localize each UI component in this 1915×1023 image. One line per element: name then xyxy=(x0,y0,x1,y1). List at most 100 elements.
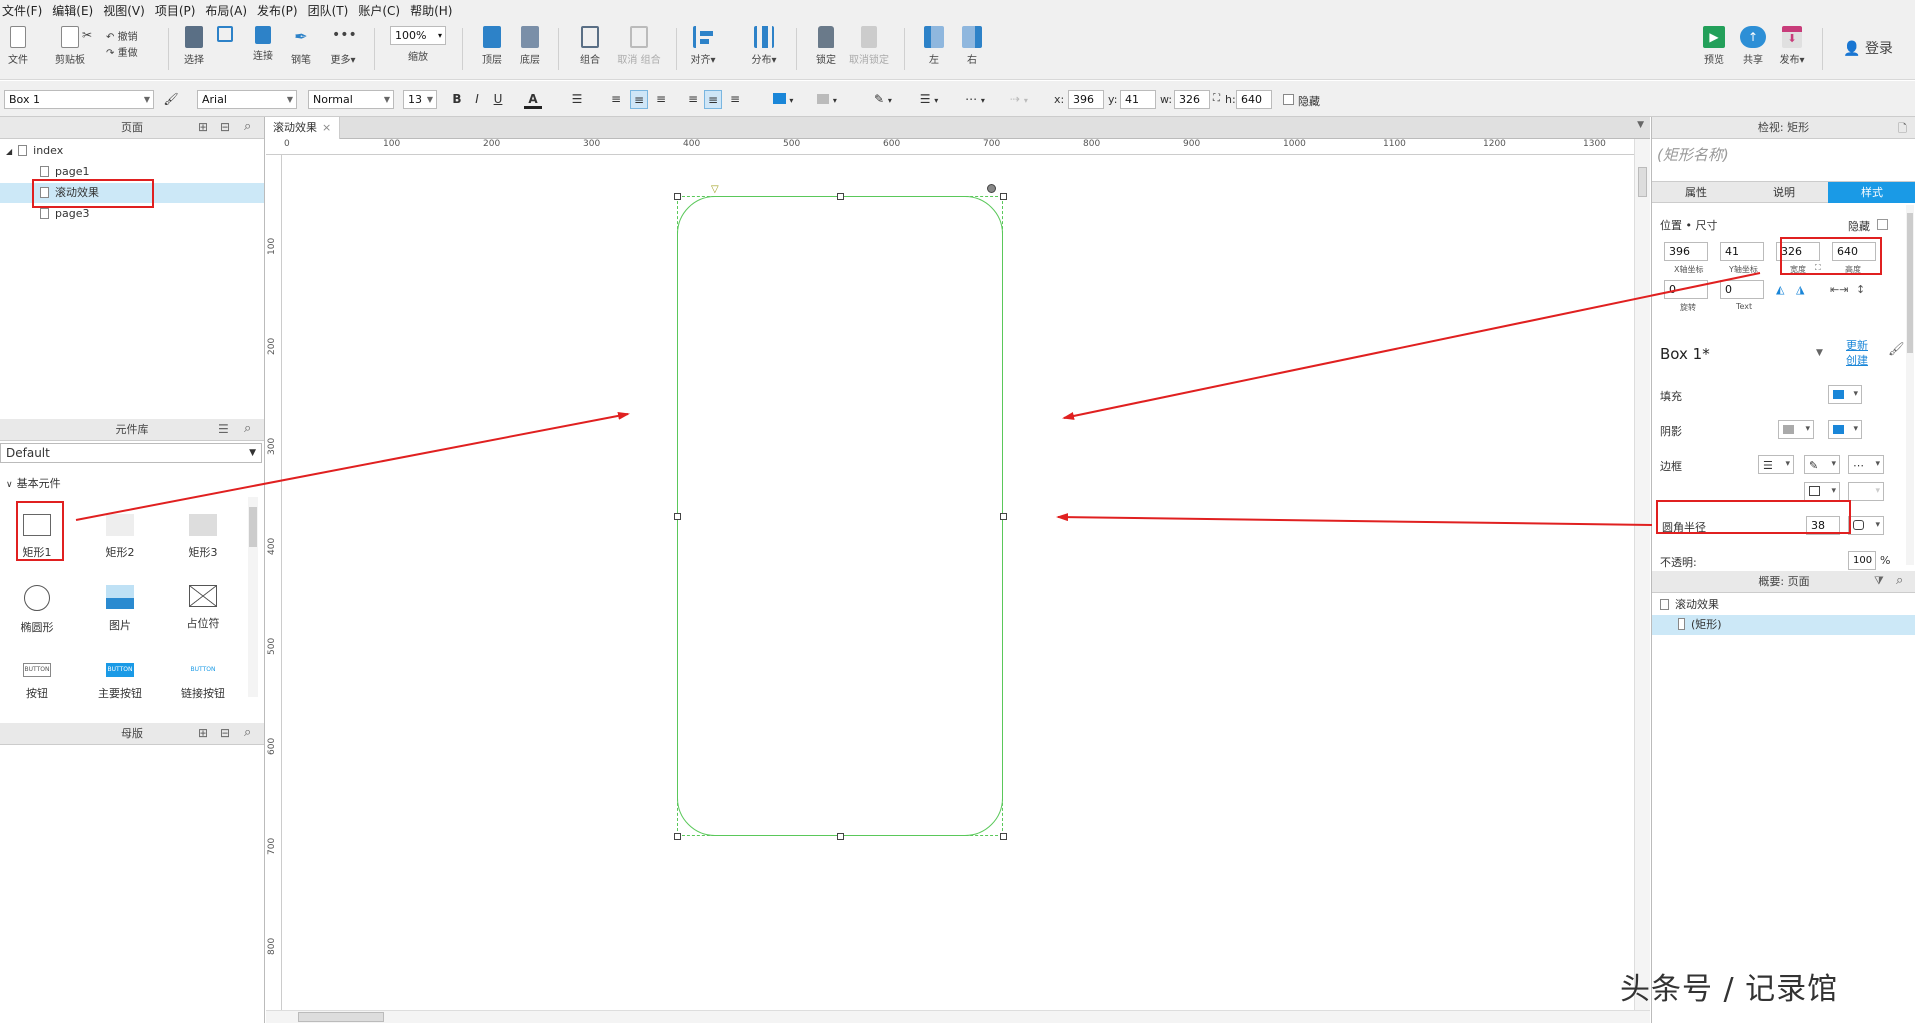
width-input[interactable]: 326 xyxy=(1174,90,1210,109)
style-painter-icon[interactable]: 🖌 xyxy=(1888,342,1905,357)
bullet-list-icon[interactable]: ☰ xyxy=(568,90,586,109)
create-style-link[interactable]: 创建 xyxy=(1846,352,1868,368)
text-rotation-input[interactable]: 0 xyxy=(1720,280,1764,299)
ungroup-button[interactable]: 取消 组合 xyxy=(614,26,664,66)
rotation-input[interactable]: 0 xyxy=(1664,280,1708,299)
x-coordinate-input[interactable]: 396 xyxy=(1664,242,1708,261)
widget-link-button[interactable]: BUTTON 链接按钮 xyxy=(168,663,238,701)
arrow-style-button[interactable]: ▾ xyxy=(1848,482,1884,501)
style-dropdown-icon[interactable]: ▼ xyxy=(1816,348,1823,358)
corner-select-button[interactable]: ▾ xyxy=(1848,516,1884,535)
bold-button[interactable]: B xyxy=(448,90,466,109)
tree-item-index[interactable]: ◢ index xyxy=(0,141,264,161)
format-painter-icon[interactable]: 🖌 xyxy=(162,90,180,109)
widget-rect3[interactable]: 矩形3 xyxy=(168,511,238,560)
resize-handle[interactable] xyxy=(674,513,681,520)
select-button[interactable]: 选择 xyxy=(176,26,212,66)
publish-button[interactable]: ⬇ 发布▾ xyxy=(1776,26,1808,66)
border-style-button[interactable]: ⋯ ▾ xyxy=(1848,455,1884,474)
y-input[interactable]: 41 xyxy=(1120,90,1156,109)
menu-team[interactable]: 团队(T) xyxy=(308,2,349,19)
undo-button[interactable]: ↶ 撤销 xyxy=(106,28,146,43)
tab-scroll-effect[interactable]: 滚动效果 × xyxy=(266,117,340,139)
lock-button[interactable]: 锁定 xyxy=(812,26,840,66)
connect-button[interactable]: 连接 xyxy=(248,26,278,62)
menu-account[interactable]: 账户(C) xyxy=(358,2,400,19)
update-style-link[interactable]: 更新 xyxy=(1846,337,1868,353)
fill-color-button[interactable]: ▾ xyxy=(768,90,798,109)
align-button[interactable]: 对齐▾ xyxy=(686,26,720,66)
redo-button[interactable]: ↷ 重做 xyxy=(106,44,146,59)
menu-file[interactable]: 文件(F) xyxy=(2,2,42,19)
resize-handle[interactable] xyxy=(1000,513,1007,520)
font-size-select[interactable]: 13 ▼ xyxy=(403,90,437,109)
send-bottom-button[interactable]: 底层 xyxy=(516,26,544,66)
tab-properties[interactable]: 属性 xyxy=(1652,182,1740,203)
tab-notes[interactable]: 说明 xyxy=(1740,182,1828,203)
font-select[interactable]: Arial ▼ xyxy=(197,90,297,109)
resize-handle[interactable] xyxy=(837,833,844,840)
height-input[interactable]: 640 xyxy=(1236,90,1272,109)
file-button[interactable]: 文件 xyxy=(4,26,32,66)
resize-handle[interactable] xyxy=(674,833,681,840)
shadow-button[interactable]: ▾ xyxy=(812,90,842,109)
outline-item-rectangle[interactable]: (矩形) xyxy=(1652,615,1915,635)
font-style-select[interactable]: Normal ▼ xyxy=(308,90,394,109)
close-icon[interactable]: × xyxy=(322,121,331,134)
select-intersect-button[interactable] xyxy=(215,26,235,45)
line-width-button[interactable]: ☰ ▾ xyxy=(912,90,946,109)
widget-button[interactable]: BUTTON 按钮 xyxy=(2,663,72,701)
line-style-button[interactable]: ⋯ ▾ xyxy=(958,90,992,109)
menu-layout[interactable]: 布局(A) xyxy=(205,2,247,19)
masters-search-icon[interactable]: ⌕ xyxy=(244,725,251,740)
login-button[interactable]: 👤 登录 xyxy=(1838,38,1898,58)
widget-image[interactable]: 图片 xyxy=(85,585,155,633)
zoom-select[interactable]: 100% ▾ xyxy=(390,26,446,45)
widget-placeholder[interactable]: 占位符 xyxy=(168,585,238,631)
style-name[interactable]: Box 1* xyxy=(1660,345,1710,363)
underline-button[interactable]: U xyxy=(489,90,507,109)
hide-checkbox[interactable] xyxy=(1877,219,1888,230)
menu-lines-icon[interactable]: ☰ xyxy=(218,422,229,436)
menu-publish[interactable]: 发布(P) xyxy=(257,2,298,19)
border-sides-button[interactable]: ▾ xyxy=(1804,482,1840,501)
share-button[interactable]: ↑ 共享 xyxy=(1738,26,1768,66)
distribute-h-icon[interactable]: ⇤⇥ xyxy=(1830,283,1848,296)
canvas-horizontal-scrollbar[interactable] xyxy=(266,1010,1650,1023)
x-input[interactable]: 396 xyxy=(1068,90,1104,109)
library-scrollbar[interactable] xyxy=(248,497,258,697)
widget-rect2[interactable]: 矩形2 xyxy=(85,511,155,560)
menu-help[interactable]: 帮助(H) xyxy=(410,2,452,19)
resize-handle[interactable] xyxy=(837,193,844,200)
outline-search-icon[interactable]: ⌕ xyxy=(1896,573,1903,588)
widget-name-select[interactable]: Box 1 ▼ xyxy=(4,90,154,109)
align-right-icon[interactable]: ≡ xyxy=(652,90,670,109)
filter-icon[interactable]: ⧩ xyxy=(1874,574,1884,588)
canvas-vertical-scrollbar[interactable] xyxy=(1634,139,1650,1010)
corner-radius-handle[interactable]: ▽ xyxy=(711,184,719,195)
zoom-control[interactable]: 100% ▾ 缩放 xyxy=(390,26,446,63)
text-color-button[interactable]: A xyxy=(524,90,542,109)
arrow-style-button[interactable]: ⇢ ▾ xyxy=(1002,90,1036,109)
library-select[interactable]: Default ▼ xyxy=(0,443,262,463)
lock-ratio-icon[interactable]: ⛶ xyxy=(1213,93,1220,104)
valign-middle-icon[interactable]: ≡ xyxy=(704,90,722,109)
border-color-button[interactable]: ✎ ▾ xyxy=(1804,455,1840,474)
flip-vertical-icon[interactable]: ◮ xyxy=(1796,283,1804,296)
widget-primary-button[interactable]: BUTTON 主要按钮 xyxy=(85,663,155,701)
hide-checkbox[interactable] xyxy=(1283,94,1294,105)
inner-shadow-button[interactable]: ▾ xyxy=(1828,420,1862,439)
fill-color-button[interactable]: ▾ xyxy=(1828,385,1862,404)
bring-top-button[interactable]: 顶层 xyxy=(478,26,506,66)
menu-view[interactable]: 视图(V) xyxy=(103,2,145,19)
add-folder-icon[interactable]: ⊟ xyxy=(220,120,230,134)
widget-ellipse[interactable]: 椭圆形 xyxy=(2,585,72,635)
left-button[interactable]: 左 xyxy=(922,26,946,66)
valign-bottom-icon[interactable]: ≡ xyxy=(726,90,744,109)
group-button[interactable]: 组合 xyxy=(576,26,604,66)
unlock-button[interactable]: 取消锁定 xyxy=(846,26,892,66)
add-master-icon[interactable]: ⊞ xyxy=(198,726,208,740)
right-button[interactable]: 右 xyxy=(960,26,984,66)
line-color-button[interactable]: ✎ ▾ xyxy=(866,90,900,109)
more-button[interactable]: ••• 更多▾ xyxy=(326,26,360,66)
